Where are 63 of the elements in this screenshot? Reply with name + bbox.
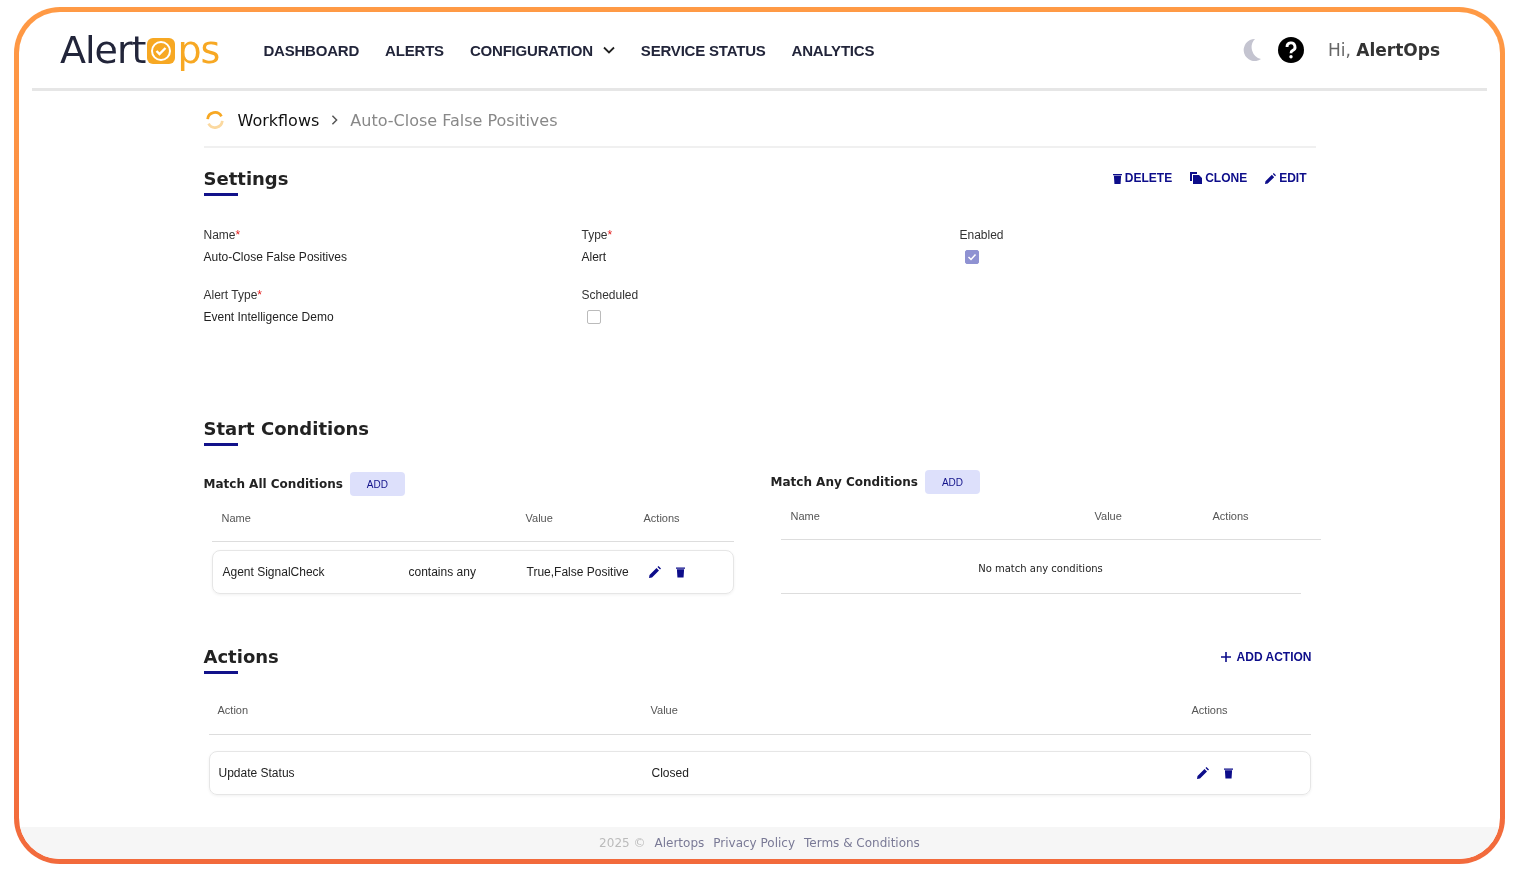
column-header: Value: [525, 512, 554, 524]
section-title: Settings: [203, 168, 289, 194]
column-header: Name: [790, 510, 821, 522]
table-cell-text: Update Status: [218, 766, 296, 780]
footer-link[interactable]: Terms & Conditions: [804, 836, 920, 850]
table-cell-text: True,False Positive: [526, 565, 630, 579]
copyright-text: 2025 ©: [599, 836, 646, 850]
breadcrumb-current: Auto-Close False Positives: [350, 110, 558, 130]
field-value: Alert: [581, 250, 608, 264]
column-header: Name: [221, 512, 252, 524]
nav-link[interactable]: DASHBOARD: [263, 41, 360, 59]
section-title: Start Conditions: [203, 418, 370, 444]
delete-icon[interactable]: [675, 566, 685, 578]
trash-icon: [1112, 172, 1122, 184]
delete-icon[interactable]: [1223, 767, 1233, 779]
add-button[interactable]: ADD: [925, 470, 980, 494]
logo-text: Alert: [60, 28, 146, 72]
checkbox[interactable]: [964, 250, 979, 264]
empty-message: No match any conditions: [780, 540, 1301, 594]
nav-link[interactable]: SERVICE STATUS: [640, 41, 766, 59]
column-header: Actions: [1212, 510, 1250, 522]
checkbox[interactable]: [586, 310, 601, 324]
checkmark-icon: [966, 252, 977, 262]
nav-link[interactable]: CONFIGURATION: [469, 41, 615, 59]
field-value: Event Intelligence Demo: [203, 310, 335, 324]
action-link[interactable]: DELETE: [1112, 171, 1173, 185]
table-cell-text: Closed: [651, 766, 690, 780]
column-header: Action: [217, 704, 250, 716]
column-header: Value: [1094, 510, 1123, 522]
add-button[interactable]: ADD: [349, 472, 405, 496]
table-cell-text: Agent SignalCheck: [222, 565, 326, 579]
nav-link[interactable]: ALERTS: [385, 41, 444, 59]
edit-icon[interactable]: [648, 566, 661, 578]
section-title: Actions: [203, 646, 279, 672]
refresh-icon: [203, 109, 226, 131]
field-label: Alert Type*: [203, 288, 263, 302]
edit-icon[interactable]: [1196, 767, 1209, 779]
logo-text: ps: [177, 28, 220, 72]
chevron-right-icon: [331, 115, 339, 125]
field-label: Type*: [581, 228, 614, 242]
footer-link[interactable]: Alertops: [654, 836, 705, 850]
help-icon[interactable]: [1277, 37, 1304, 63]
group-title: Match Any Conditions: [770, 475, 918, 489]
nav-link[interactable]: ANALYTICS: [791, 41, 875, 59]
action-link[interactable]: EDIT: [1265, 171, 1307, 185]
action-link[interactable]: CLONE: [1190, 171, 1248, 185]
field-value: Auto-Close False Positives: [203, 250, 348, 264]
column-header: Actions: [643, 512, 681, 524]
pencil-icon: [1265, 172, 1277, 184]
user-greeting[interactable]: Hi, AlertOps: [1327, 40, 1440, 60]
clock-icon: [146, 36, 177, 66]
column-header: Actions: [1191, 704, 1229, 716]
field-label: Name*: [203, 228, 242, 242]
column-header: Value: [650, 704, 679, 716]
footer-link[interactable]: Privacy Policy: [713, 836, 796, 850]
field-label: Scheduled: [581, 288, 640, 302]
plus-icon: [1220, 652, 1231, 662]
breadcrumb-link[interactable]: Workflows: [237, 110, 320, 130]
add-action-link[interactable]: ADD ACTION: [1220, 650, 1316, 664]
field-label: Enabled: [959, 228, 1005, 242]
group-title: Match All Conditions: [203, 477, 343, 491]
copy-icon: [1190, 172, 1203, 184]
table-cell-text: contains any: [408, 565, 477, 579]
